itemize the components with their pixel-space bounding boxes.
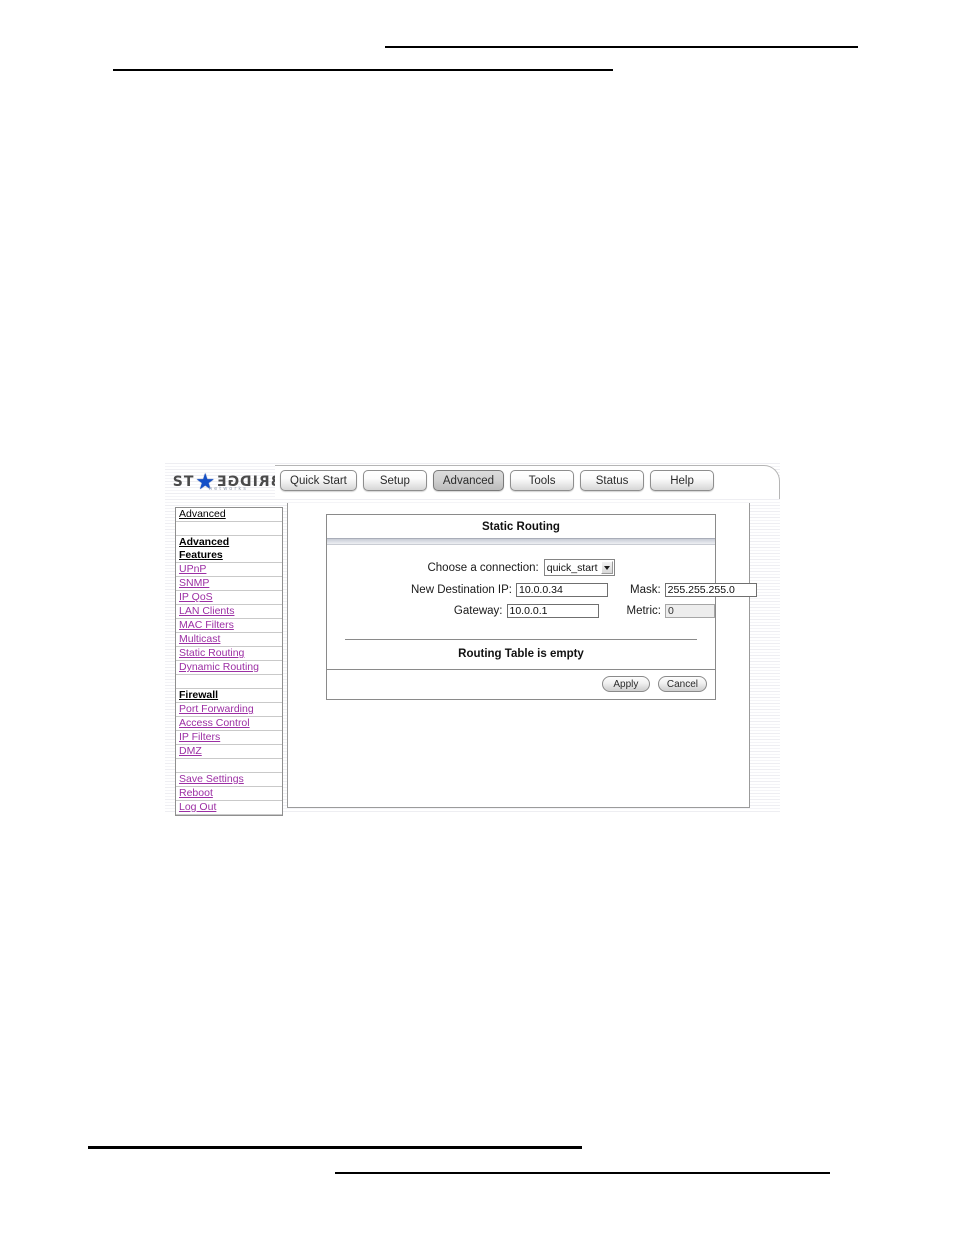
metric-label: Metric:: [626, 605, 662, 617]
sidebar-item-access-control[interactable]: Access Control: [176, 717, 282, 731]
sidebar-item-reboot[interactable]: Reboot: [176, 787, 282, 801]
tab-advanced[interactable]: Advanced: [432, 470, 505, 491]
page-footer-rule-top: [88, 1146, 582, 1149]
apply-button[interactable]: Apply: [601, 676, 650, 692]
panel-actions: Apply Cancel: [327, 670, 715, 699]
content-area: Static Routing Choose a connection: quic…: [287, 503, 757, 808]
sidebar-item-save-settings[interactable]: Save Settings: [176, 773, 282, 787]
logo-text-left: ST: [172, 474, 195, 490]
logo-tagline: networks: [209, 486, 248, 492]
sidebar-item-static-routing[interactable]: Static Routing: [176, 647, 282, 661]
sidebar-group-firewall: Firewall: [176, 689, 282, 703]
tab-help[interactable]: Help: [650, 470, 715, 491]
sidebar-spacer-1: [176, 522, 282, 536]
page-header-rule-bottom: [113, 69, 613, 71]
page-footer-rule-bottom: [335, 1172, 830, 1174]
static-routing-panel: Static Routing Choose a connection: quic…: [326, 514, 757, 700]
router-admin-screenshot: ST ★ RBRIDGE networks Quick Start Setup …: [165, 461, 780, 816]
connection-select[interactable]: quick_start: [543, 559, 615, 576]
connection-label: Choose a connection:: [427, 561, 539, 574]
tab-tools[interactable]: Tools: [510, 470, 575, 491]
gateway-row: Gateway: Metric:: [327, 604, 715, 618]
static-routing-form: Choose a connection: quick_start New Des…: [327, 545, 757, 637]
gateway-input[interactable]: [506, 604, 599, 618]
sidebar-item-multicast[interactable]: Multicast: [176, 633, 282, 647]
app-topbar: ST ★ RBRIDGE networks Quick Start Setup …: [165, 461, 780, 503]
sidebar-item-dmz[interactable]: DMZ: [176, 745, 282, 759]
tab-setup[interactable]: Setup: [362, 470, 427, 491]
tab-quick-start[interactable]: Quick Start: [280, 470, 357, 491]
connection-row: Choose a connection: quick_start: [327, 559, 715, 576]
tab-status[interactable]: Status: [580, 470, 645, 491]
sidebar-item-dynamic-routing[interactable]: Dynamic Routing: [176, 661, 282, 675]
mask-label: Mask:: [630, 584, 661, 596]
chevron-down-icon[interactable]: [600, 561, 613, 574]
gateway-label: Gateway:: [453, 605, 503, 617]
sidebar-group-advanced-features-line2: Features: [176, 549, 282, 563]
tab-bar: Quick Start Setup Advanced Tools Status …: [275, 465, 780, 499]
panel-title: Static Routing: [482, 521, 560, 533]
cancel-button[interactable]: Cancel: [657, 676, 707, 692]
connection-select-value: quick_start: [546, 561, 598, 574]
sidebar-group-advanced-features-line1: Advanced: [179, 536, 230, 548]
sidebar-item-mac-filters[interactable]: MAC Filters: [176, 619, 282, 633]
sidebar-spacer-3: [176, 759, 282, 773]
sidebar-item-ip-filters[interactable]: IP Filters: [176, 731, 282, 745]
sidebar-item-port-forwarding[interactable]: Port Forwarding: [176, 703, 282, 717]
metric-input[interactable]: [665, 604, 715, 618]
new-destination-ip-label: New Destination IP:: [411, 584, 512, 596]
sidebar-section-header: Advanced: [176, 508, 282, 522]
sidebar-item-log-out[interactable]: Log Out: [176, 801, 282, 815]
starbridge-logo: ST ★ RBRIDGE networks: [172, 470, 294, 494]
sidebar-item-lan-clients[interactable]: LAN Clients: [176, 605, 282, 619]
panel-title-separator: [327, 538, 715, 545]
mask-input[interactable]: [664, 583, 757, 597]
new-destination-ip-input[interactable]: [516, 583, 608, 597]
routing-table-status: Routing Table is empty: [327, 640, 715, 670]
sidebar-item-ip-qos[interactable]: IP QoS: [176, 591, 282, 605]
sidebar-spacer-2: [176, 675, 282, 689]
sidebar-item-snmp[interactable]: SNMP: [176, 577, 282, 591]
sidebar-nav: Advanced Advanced Features UPnP SNMP IP …: [175, 507, 283, 816]
page-header-rule-top: [385, 46, 858, 48]
destination-row: New Destination IP: Mask:: [327, 583, 757, 597]
app-body: Advanced Advanced Features UPnP SNMP IP …: [165, 503, 780, 816]
sidebar-item-upnp[interactable]: UPnP: [176, 563, 282, 577]
